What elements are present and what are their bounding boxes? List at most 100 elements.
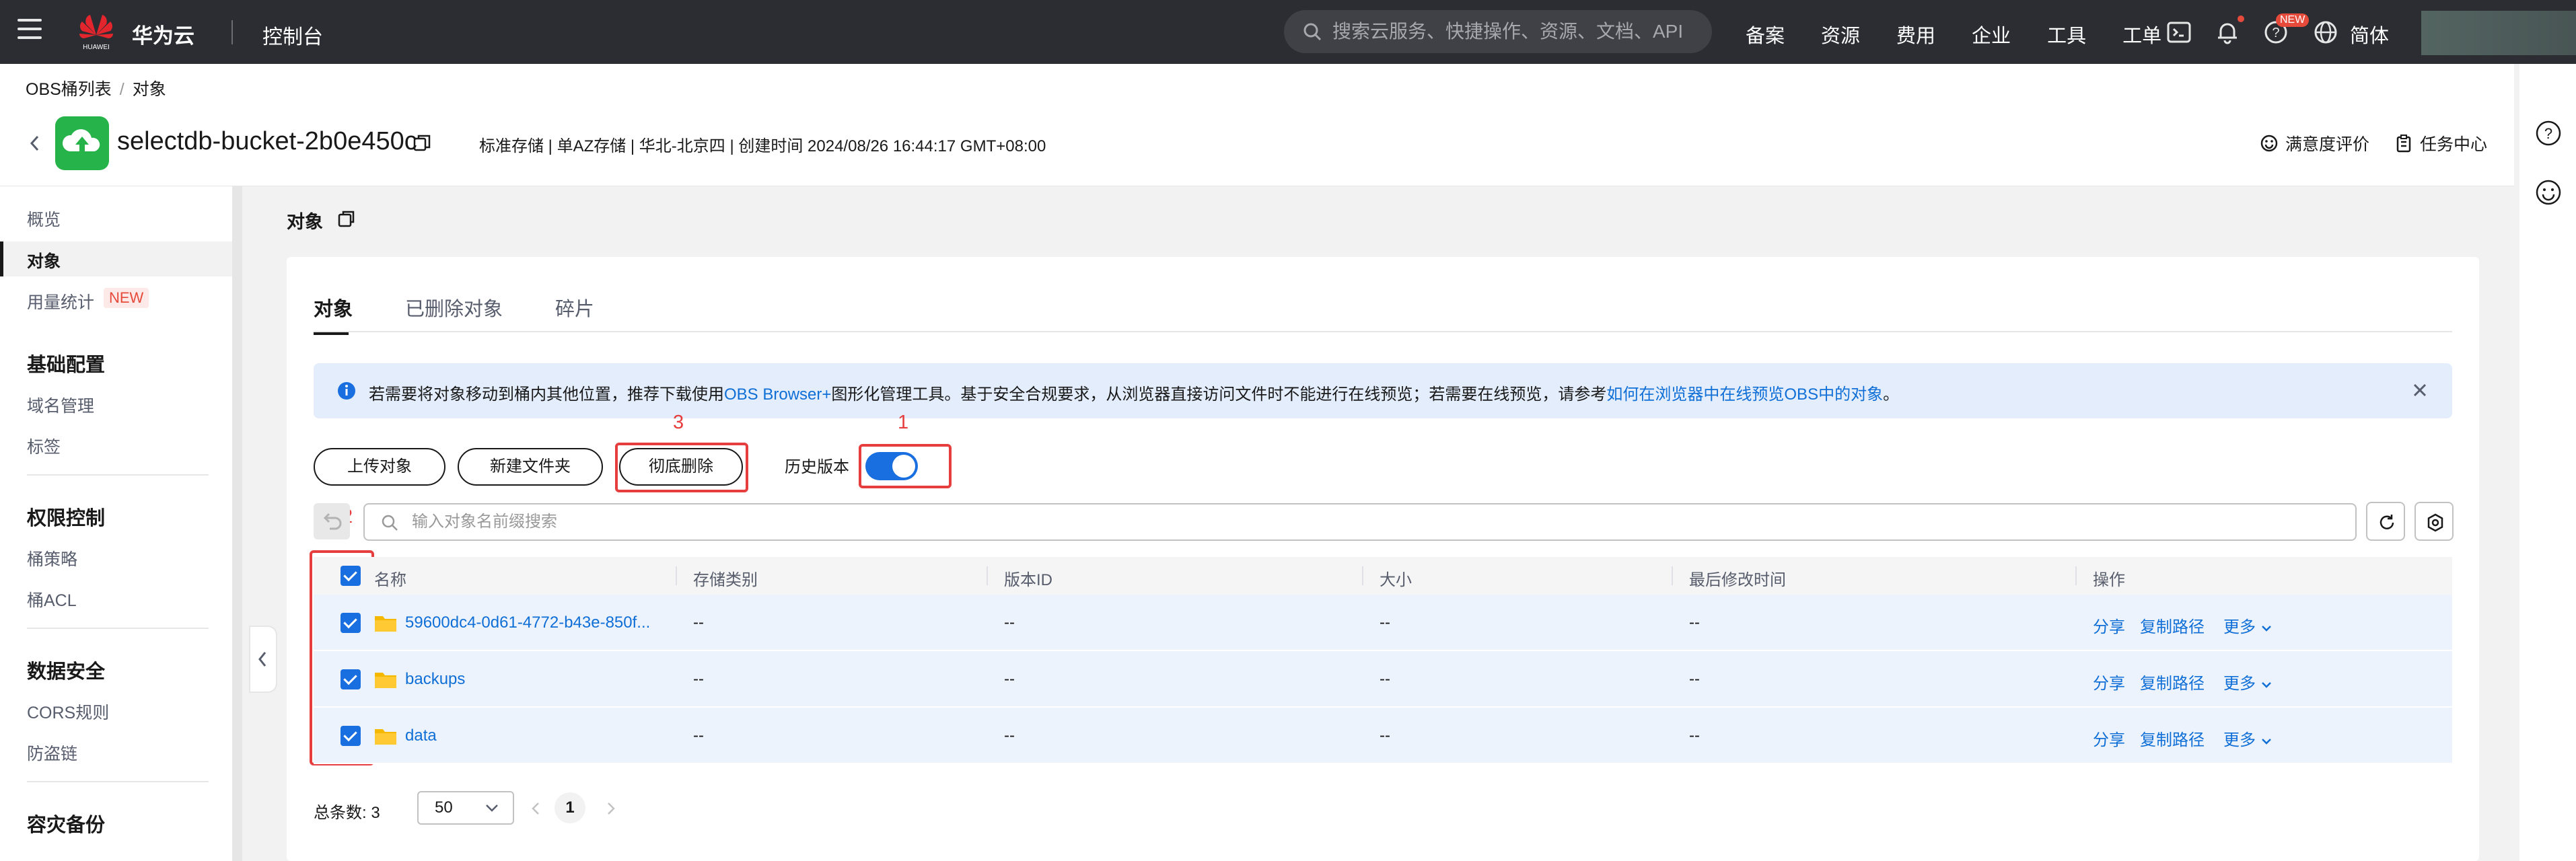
clipboard-icon [2396,135,2411,153]
copy-path-link[interactable]: 复制路径 [2140,613,2205,637]
folder-icon [375,673,396,688]
sidebar-separator [27,474,209,476]
sidebar-item-bucket-policy[interactable]: 桶策略 [27,546,77,570]
bell-icon[interactable] [2214,19,2241,46]
share-link[interactable]: 分享 [2093,613,2125,637]
sidebar-item-overview[interactable]: 概览 [27,207,61,231]
language-selector[interactable]: 简体 [2350,20,2389,48]
sidebar-item-usage[interactable]: 用量统计 [27,289,94,313]
row-checkbox[interactable] [341,669,361,689]
search-icon [382,515,398,531]
task-center-link[interactable]: 任务中心 [2394,131,2487,155]
current-page[interactable]: 1 [554,792,585,823]
total-count: 总条数: 3 [314,799,380,823]
notification-dot [2238,15,2244,22]
console-link[interactable]: 控制台 [262,20,323,50]
nav-link-tools[interactable]: 工具 [2047,20,2086,48]
obs-browser-link[interactable]: OBS Browser+ [724,385,831,404]
table-row[interactable]: backups -- -- -- -- 分享 复制路径 更多 [314,651,2452,708]
sidebar-item-tags[interactable]: 标签 [27,434,61,458]
globe-icon[interactable] [2312,19,2339,46]
more-dropdown[interactable]: 更多 [2223,613,2273,637]
copy-path-link[interactable]: 复制路径 [2140,670,2205,694]
terminal-icon[interactable] [2166,19,2192,46]
sidebar-item-hotlink[interactable]: 防盗链 [27,741,77,765]
chevron-left-icon [258,652,266,667]
column-separator [2075,566,2077,585]
row-checkbox[interactable] [341,726,361,746]
nav-link-tickets[interactable]: 工单 [2122,20,2161,48]
preview-help-link[interactable]: 如何在浏览器中在线预览OBS中的对象 [1606,385,1883,404]
more-dropdown[interactable]: 更多 [2223,726,2273,750]
global-search-input[interactable]: 搜索云服务、快捷操作、资源、文档、API [1284,10,1712,53]
copy-path-link[interactable]: 复制路径 [2140,726,2205,750]
column-header-size[interactable]: 大小 [1380,566,1412,590]
sidebar-group-permission: 权限控制 [27,508,106,529]
object-name-link[interactable]: data [405,726,437,745]
satisfaction-link[interactable]: 满意度评价 [2260,131,2369,155]
refresh-button[interactable] [2366,502,2405,541]
notice-text-part2: 图形化管理工具。基于安全合规要求，从浏览器直接访问文件时不能进行在线预览；若需要… [831,385,1607,404]
share-link[interactable]: 分享 [2093,726,2125,750]
svg-text:?: ? [2544,125,2552,142]
sidebar-item-cors[interactable]: CORS规则 [27,700,109,724]
column-header-name[interactable]: 名称 [374,566,406,590]
breadcrumb-bucket-list[interactable]: OBS桶列表 [26,80,112,99]
nav-links: 备案 资源 费用 企业 工具 工单 [1746,20,2198,48]
prev-page-icon[interactable] [529,800,542,817]
upload-object-button[interactable]: 上传对象 [314,448,445,486]
nav-link-resources[interactable]: 资源 [1821,20,1860,48]
tab-fragments[interactable]: 碎片 [555,293,594,335]
undo-button[interactable] [314,503,350,539]
nav-link-enterprise[interactable]: 企业 [1972,20,2011,48]
open-new-icon[interactable] [336,210,355,229]
page-size-value: 50 [435,798,453,817]
annotation-label-3: 3 [673,412,684,433]
more-dropdown[interactable]: 更多 [2223,670,2273,694]
page-size-select[interactable]: 50 [417,791,514,825]
table-row[interactable]: 59600dc4-0d61-4772-b43e-850f... -- -- --… [314,595,2452,651]
info-notice: 若需要将对象移动到桶内其他位置，推荐下载使用OBS Browser+图形化管理工… [314,363,2452,418]
history-version-label: 历史版本 [785,458,849,476]
sidebar-group-basic: 基础配置 [27,354,106,376]
huawei-logo[interactable]: HUAWEI [75,11,117,52]
account-avatar[interactable] [2421,11,2576,55]
close-icon[interactable] [2410,381,2429,400]
settings-button[interactable] [2414,502,2454,541]
sidebar-item-domain[interactable]: 域名管理 [27,393,94,417]
object-search-input[interactable]: 输入对象名前缀搜索 [363,503,2357,541]
new-folder-button[interactable]: 新建文件夹 [458,448,603,486]
object-name-link[interactable]: 59600dc4-0d61-4772-b43e-850f... [405,613,650,632]
brand-name[interactable]: 华为云 [132,19,194,49]
sidebar-item-objects[interactable]: 对象 [27,248,61,272]
sidebar-scrollbar[interactable] [232,186,242,861]
object-name-link[interactable]: backups [405,670,465,689]
column-separator [1672,566,1673,585]
column-header-storage[interactable]: 存储类别 [693,566,758,590]
back-arrow-icon[interactable] [28,134,42,153]
column-separator [1362,566,1363,585]
column-header-modified[interactable]: 最后修改时间 [1689,566,1786,590]
notice-text: 若需要将对象移动到桶内其他位置，推荐下载使用OBS Browser+图形化管理工… [369,381,1899,404]
help-circle-icon[interactable]: ? [2534,119,2563,147]
page-title: 对象 [287,212,323,232]
sidebar-item-bucket-acl[interactable]: 桶ACL [27,587,77,611]
menu-icon[interactable] [17,19,42,43]
tab-objects[interactable]: 对象 [314,293,353,335]
nav-link-billing[interactable]: 费用 [1896,20,1935,48]
breadcrumb-separator: / [119,80,124,99]
copy-icon[interactable] [412,133,432,153]
svg-text:?: ? [2272,26,2279,40]
feedback-smile-icon[interactable] [2534,178,2563,207]
select-all-checkbox[interactable] [341,566,361,586]
next-page-icon[interactable] [604,800,618,817]
column-header-version[interactable]: 版本ID [1004,566,1052,590]
tab-deleted-objects[interactable]: 已删除对象 [405,293,503,335]
bucket-name: selectdb-bucket-2b0e450c [117,127,417,155]
chevron-down-icon [2261,739,2271,745]
table-row[interactable]: data -- -- -- -- 分享 复制路径 更多 [314,708,2452,764]
nav-link-filing[interactable]: 备案 [1746,20,1785,48]
sidebar-collapse-button[interactable] [249,626,277,693]
row-checkbox[interactable] [341,613,361,633]
share-link[interactable]: 分享 [2093,670,2125,694]
